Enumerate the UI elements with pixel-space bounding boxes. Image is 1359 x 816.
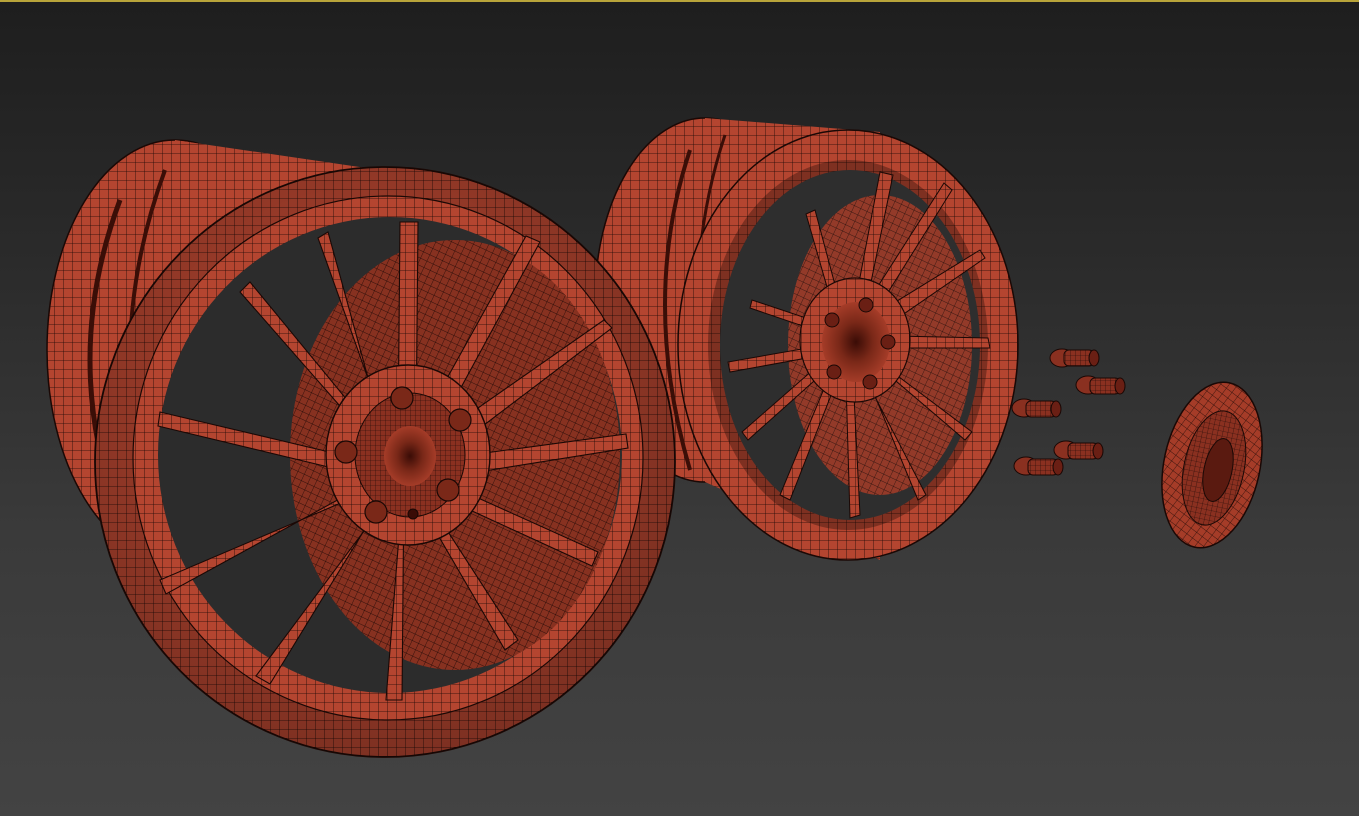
viewport-scene[interactable]	[0, 0, 1359, 816]
3d-viewport[interactable]	[0, 0, 1359, 816]
center-cap[interactable]	[1148, 373, 1277, 557]
lug-nut	[1053, 440, 1104, 460]
lug-nut	[1011, 398, 1062, 418]
lug-nut	[1013, 456, 1064, 476]
lug-nuts-group[interactable]	[1011, 348, 1126, 476]
lug-nut	[1049, 348, 1100, 368]
wheel-rim-front[interactable]	[46, 139, 676, 758]
lug-nut	[1075, 375, 1126, 395]
